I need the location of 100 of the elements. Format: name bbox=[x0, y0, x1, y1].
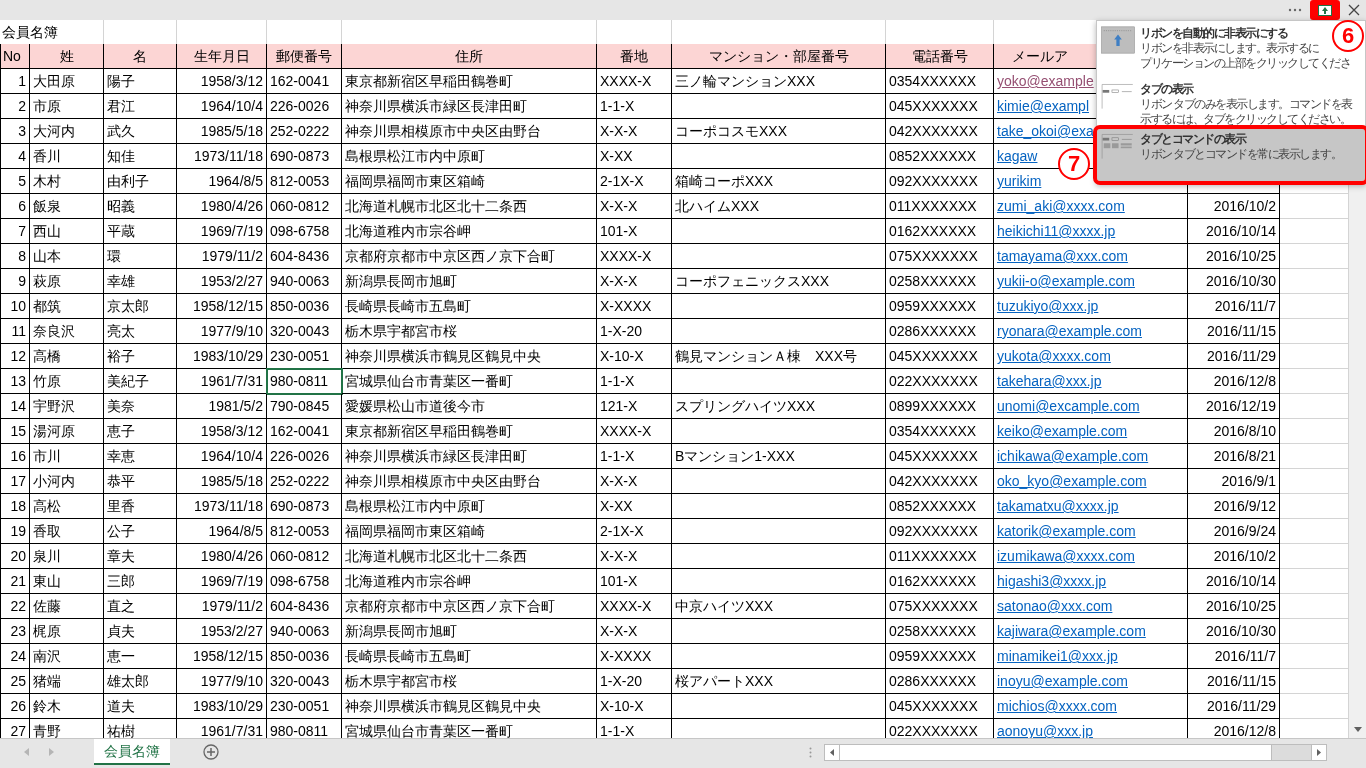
table-cell: 2016/12/8 bbox=[1188, 369, 1280, 394]
table-cell: 3 bbox=[0, 119, 30, 144]
table-cell: XXXX-X bbox=[597, 244, 672, 269]
table-cell: 1958/12/15 bbox=[177, 644, 267, 669]
table-cell: 中京ハイツXXX bbox=[672, 594, 886, 619]
email-link[interactable]: takamatxu@xxxx.jp bbox=[994, 494, 1188, 519]
scroll-left-button[interactable] bbox=[825, 745, 840, 760]
email-link[interactable]: izumikawa@xxxx.com bbox=[994, 544, 1188, 569]
table-cell: 奈良沢 bbox=[30, 319, 104, 344]
ribbon-display-options-button[interactable] bbox=[1310, 0, 1340, 20]
table-cell: X-X-X bbox=[597, 469, 672, 494]
table-cell: 21 bbox=[0, 569, 30, 594]
tabs-and-commands-icon bbox=[1101, 132, 1135, 160]
table-cell: 梶原 bbox=[30, 619, 104, 644]
scrollbar-thumb[interactable] bbox=[840, 745, 1272, 760]
email-link[interactable]: satonao@xxx.com bbox=[994, 594, 1188, 619]
table-cell: X-X-X bbox=[597, 119, 672, 144]
table-cell: 18 bbox=[0, 494, 30, 519]
table-cell: 高松 bbox=[30, 494, 104, 519]
email-link[interactable]: katorik@example.com bbox=[994, 519, 1188, 544]
table-cell: 10 bbox=[0, 294, 30, 319]
email-link[interactable]: oko_kyo@example.com bbox=[994, 469, 1188, 494]
email-link[interactable]: kajiwara@example.com bbox=[994, 619, 1188, 644]
table-cell: 1980/4/26 bbox=[177, 194, 267, 219]
email-link[interactable]: keiko@example.com bbox=[994, 419, 1188, 444]
table-cell: 812-0053 bbox=[267, 519, 342, 544]
email-link[interactable]: inoyu@example.com bbox=[994, 669, 1188, 694]
table-cell: 1961/7/31 bbox=[177, 369, 267, 394]
table-cell: 1-X-20 bbox=[597, 319, 672, 344]
table-cell: 福岡県福岡市東区箱崎 bbox=[342, 169, 597, 194]
table-cell: 2016/10/2 bbox=[1188, 544, 1280, 569]
table-cell: 都筑 bbox=[30, 294, 104, 319]
table-cell: 公子 bbox=[104, 519, 177, 544]
table-cell: 2-1X-X bbox=[597, 519, 672, 544]
column-header: 名 bbox=[104, 44, 177, 69]
table-cell: 2016/8/21 bbox=[1188, 444, 1280, 469]
table-cell: 0354XXXXXX bbox=[886, 419, 994, 444]
table-cell: XXXX-X bbox=[597, 419, 672, 444]
table-cell: 猪端 bbox=[30, 669, 104, 694]
table-cell: スプリングハイツXXX bbox=[672, 394, 886, 419]
table-cell: 0162XXXXXX bbox=[886, 569, 994, 594]
table-cell: 4 bbox=[0, 144, 30, 169]
table-cell: 1969/7/19 bbox=[177, 219, 267, 244]
table-cell: コーポコスモXXX bbox=[672, 119, 886, 144]
table-cell: 1981/5/2 bbox=[177, 394, 267, 419]
email-link[interactable]: unomi@excample.com bbox=[994, 394, 1188, 419]
close-icon[interactable] bbox=[1348, 4, 1360, 16]
table-cell: 木村 bbox=[30, 169, 104, 194]
table-cell: 2016/10/2 bbox=[1188, 194, 1280, 219]
table-cell: 045XXXXXXX bbox=[886, 444, 994, 469]
more-options-icon[interactable] bbox=[1288, 8, 1302, 12]
table-cell: 島根県松江市内中原町 bbox=[342, 144, 597, 169]
email-link[interactable]: minamikei1@xxx.jp bbox=[994, 644, 1188, 669]
table-cell: 092XXXXXXX bbox=[886, 169, 994, 194]
table-cell: 平蔵 bbox=[104, 219, 177, 244]
table-cell: 22 bbox=[0, 594, 30, 619]
email-link[interactable]: higashi3@xxxx.jp bbox=[994, 569, 1188, 594]
caret-right-icon bbox=[1317, 749, 1321, 756]
table-cell: 神奈川県相模原市中央区由野台 bbox=[342, 469, 597, 494]
table-cell: 神奈川県横浜市緑区長津田町 bbox=[342, 444, 597, 469]
table-cell: 北ハイムXXX bbox=[672, 194, 886, 219]
table-cell: 2016/10/25 bbox=[1188, 594, 1280, 619]
email-link[interactable]: michios@xxxx.com bbox=[994, 694, 1188, 719]
table-cell: 2-1X-X bbox=[597, 169, 672, 194]
table-cell: 2016/11/15 bbox=[1188, 669, 1280, 694]
email-link[interactable]: yukota@xxxx.com bbox=[994, 344, 1188, 369]
horizontal-scrollbar[interactable] bbox=[824, 744, 1327, 761]
table-cell: 17 bbox=[0, 469, 30, 494]
email-link[interactable]: tamayama@xxx.com bbox=[994, 244, 1188, 269]
table-cell: 2016/9/1 bbox=[1188, 469, 1280, 494]
table-cell: 2016/10/30 bbox=[1188, 619, 1280, 644]
table-cell: 0286XXXXXX bbox=[886, 319, 994, 344]
table-cell: 三ノ輪マンションXXX bbox=[672, 69, 886, 94]
table-cell: 市原 bbox=[30, 94, 104, 119]
table-cell: 雄太郎 bbox=[104, 669, 177, 694]
table-cell: 0959XXXXXX bbox=[886, 294, 994, 319]
add-sheet-icon[interactable] bbox=[203, 744, 219, 760]
email-link[interactable]: takehara@xxx.jp bbox=[994, 369, 1188, 394]
table-cell: 2016/11/7 bbox=[1188, 294, 1280, 319]
sheet-tab[interactable]: 会員名簿 bbox=[94, 739, 170, 765]
email-link[interactable]: tuzukiyo@xxx.jp bbox=[994, 294, 1188, 319]
table-cell: 新潟県長岡市旭町 bbox=[342, 619, 597, 644]
table-cell: 京都府京都市中京区西ノ京下合町 bbox=[342, 244, 597, 269]
table-cell: 美奈 bbox=[104, 394, 177, 419]
email-link[interactable]: zumi_aki@xxxx.com bbox=[994, 194, 1188, 219]
table-cell: 2016/10/14 bbox=[1188, 219, 1280, 244]
table-cell: 陽子 bbox=[104, 69, 177, 94]
email-link[interactable]: yukii-o@example.com bbox=[994, 269, 1188, 294]
table-cell: 2016/10/25 bbox=[1188, 244, 1280, 269]
email-link[interactable]: ryonara@example.com bbox=[994, 319, 1188, 344]
table-cell: 2016/10/14 bbox=[1188, 569, 1280, 594]
email-link[interactable]: heikichi11@xxxx.jp bbox=[994, 219, 1188, 244]
table-cell: 26 bbox=[0, 694, 30, 719]
table-cell: X-X-X bbox=[597, 269, 672, 294]
scroll-right-button[interactable] bbox=[1311, 745, 1326, 760]
table-cell: 西山 bbox=[30, 219, 104, 244]
table-cell: 1953/2/27 bbox=[177, 269, 267, 294]
email-link[interactable]: ichikawa@example.com bbox=[994, 444, 1188, 469]
table-cell: 2016/9/24 bbox=[1188, 519, 1280, 544]
table-cell: 19 bbox=[0, 519, 30, 544]
